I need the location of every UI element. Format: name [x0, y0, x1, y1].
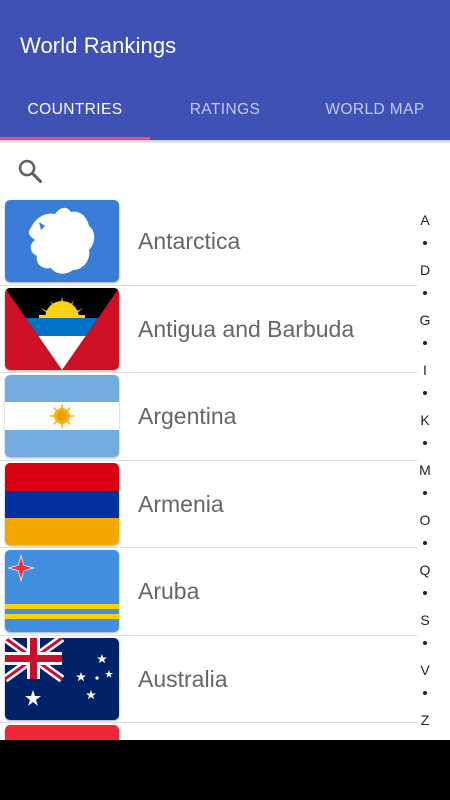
index-dot — [423, 641, 427, 645]
armenia-flag — [5, 462, 119, 545]
index-dot — [423, 241, 427, 245]
tab-world-map[interactable]: WORLD MAP — [300, 84, 450, 138]
index-dot — [423, 341, 427, 345]
index-dot — [423, 691, 427, 695]
list-item[interactable] — [0, 723, 418, 740]
search-icon[interactable] — [16, 157, 44, 185]
index-letter[interactable]: K — [412, 410, 438, 430]
index-letter[interactable]: D — [412, 260, 438, 280]
country-name: Argentina — [138, 403, 237, 429]
list-item[interactable]: Argentina — [0, 373, 418, 461]
list-item[interactable]: Aruba — [0, 548, 418, 636]
tab-ratings[interactable]: RATINGS — [150, 84, 300, 138]
list-item[interactable]: Antarctica — [0, 198, 418, 286]
index-letter[interactable]: G — [412, 310, 438, 330]
index-letter[interactable]: M — [412, 460, 438, 480]
app-screen: World Rankings COUNTRIES RATINGS WORLD M… — [0, 0, 450, 740]
index-letter[interactable]: Q — [412, 560, 438, 580]
index-dot — [423, 491, 427, 495]
app-title: World Rankings — [20, 33, 177, 58]
antigua-flag — [5, 287, 119, 370]
index-letter[interactable]: Z — [412, 710, 438, 730]
list-item[interactable]: Australia — [0, 636, 418, 723]
index-letter[interactable]: O — [412, 510, 438, 530]
index-dot — [423, 441, 427, 445]
index-dot — [423, 541, 427, 545]
list-item[interactable]: Antigua and Barbuda — [0, 286, 418, 373]
search-bar[interactable] — [0, 144, 450, 198]
country-name: Aruba — [138, 578, 200, 604]
index-letter[interactable]: V — [412, 660, 438, 680]
index-letter[interactable]: A — [412, 210, 438, 230]
index-dot — [423, 291, 427, 295]
tab-bar: COUNTRIES RATINGS WORLD MAP — [0, 84, 450, 140]
country-name: Antigua and Barbuda — [138, 315, 355, 342]
list-item[interactable]: Armenia — [0, 461, 418, 548]
australia-flag — [5, 637, 119, 720]
antarctica-flag — [5, 200, 119, 282]
country-name: Australia — [138, 665, 228, 692]
country-name: Antarctica — [138, 228, 241, 254]
aruba-flag — [5, 550, 119, 632]
app-bar: World Rankings COUNTRIES RATINGS WORLD M… — [0, 0, 450, 140]
index-dot — [423, 391, 427, 395]
index-letter[interactable]: I — [412, 360, 438, 380]
index-dot — [423, 591, 427, 595]
index-letter[interactable]: S — [412, 610, 438, 630]
tab-countries[interactable]: COUNTRIES — [0, 84, 150, 138]
argentina-flag — [5, 375, 119, 457]
country-name: Armenia — [138, 490, 224, 517]
next-country-flag — [5, 725, 119, 740]
